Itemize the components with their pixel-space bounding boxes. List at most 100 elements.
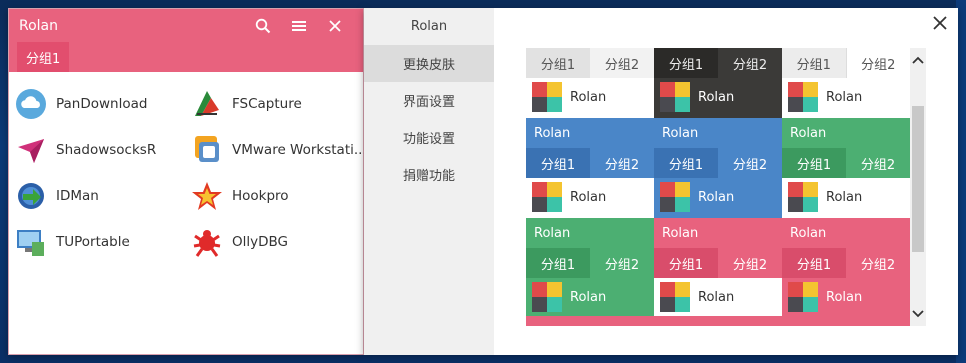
app-label: IDMan bbox=[56, 188, 99, 204]
skin-tab-row: 分组1 分组2 bbox=[782, 48, 910, 78]
launcher-titlebar[interactable]: Rolan bbox=[9, 9, 363, 42]
chevron-down-icon[interactable] bbox=[910, 306, 926, 322]
skin-tab-group2: 分组2 bbox=[604, 257, 640, 273]
skin-tab-row: 分组1 分组2 bbox=[654, 48, 782, 78]
rolan-logo-icon bbox=[660, 182, 690, 212]
skin-pink-light[interactable]: Rolan 分组1 分组2 Rolan bbox=[654, 218, 782, 326]
rolan-logo-icon bbox=[788, 82, 818, 112]
nav-interface-settings[interactable]: 界面设置 bbox=[364, 82, 494, 119]
skin-tab-group1: 分组1 bbox=[782, 248, 846, 278]
app-grid: PanDownload FSCapture ShadowsocksR VMwar… bbox=[9, 72, 367, 265]
skin-tab-row: 分组1 分组2 bbox=[526, 148, 654, 178]
skin-tab-group2: 分组2 bbox=[860, 157, 896, 173]
app-label: VMware Workstati... bbox=[232, 142, 367, 158]
app-label: PanDownload bbox=[56, 96, 148, 112]
skin-app-row: Rolan bbox=[782, 278, 910, 316]
skin-blue-light[interactable]: Rolan 分组1 分组2 Rolan bbox=[526, 118, 654, 218]
app-tuportable[interactable]: TUPortable bbox=[15, 219, 191, 265]
app-vmware[interactable]: VMware Workstati... bbox=[191, 127, 367, 173]
skin-blue-solid[interactable]: Rolan 分组1 分组2 Rolan bbox=[654, 118, 782, 218]
skin-tab-group1: 分组1 bbox=[654, 148, 718, 178]
app-label: TUPortable bbox=[56, 234, 130, 250]
menu-icon[interactable] bbox=[281, 9, 317, 42]
skin-tab-row: 分组1 分组2 bbox=[526, 248, 654, 278]
app-ollydbg[interactable]: OllyDBG bbox=[191, 219, 367, 265]
cloud-icon bbox=[15, 88, 47, 120]
skin-tab-group1: 分组1 bbox=[654, 248, 718, 278]
skin-gallery: 分组1 分组2 Rolan 分组1 分组2 Rolan 分组1 分组2 Rola… bbox=[526, 48, 910, 326]
launcher-window: Rolan 分组1 PanDownload FSCapture Shadowso… bbox=[8, 8, 367, 355]
skin-tab-row: 分组1 分组2 bbox=[782, 248, 910, 278]
skin-app-label: Rolan bbox=[698, 189, 735, 205]
skin-tab-group1: 分组1 bbox=[526, 148, 590, 178]
skin-header-title: Rolan bbox=[782, 218, 910, 248]
skin-app-label: Rolan bbox=[826, 89, 863, 105]
monitor-icon bbox=[15, 226, 47, 258]
app-label: FSCapture bbox=[232, 96, 302, 112]
nav-rolan[interactable]: Rolan bbox=[364, 8, 494, 45]
skin-tab-group1: 分组1 bbox=[654, 48, 718, 78]
skin-app-label: Rolan bbox=[570, 289, 607, 305]
rolan-logo-icon bbox=[532, 82, 562, 112]
close-icon[interactable] bbox=[317, 9, 353, 42]
nav-donate[interactable]: 捐赠功能 bbox=[364, 156, 494, 193]
paper-plane-icon bbox=[15, 134, 47, 166]
group-tabs: 分组1 bbox=[9, 42, 363, 72]
skin-green-light[interactable]: Rolan 分组1 分组2 Rolan bbox=[782, 118, 910, 218]
rolan-logo-icon bbox=[788, 182, 818, 212]
nav-change-skin[interactable]: 更换皮肤 bbox=[364, 45, 494, 82]
app-fscapture[interactable]: FSCapture bbox=[191, 81, 367, 127]
skin-tab-group2: 分组2 bbox=[604, 157, 640, 173]
skin-app-row: Rolan bbox=[526, 78, 654, 116]
skin-app-row: Rolan bbox=[526, 178, 654, 216]
skin-tab-group1: 分组1 bbox=[782, 48, 846, 78]
fscapture-icon bbox=[191, 88, 223, 120]
skin-header-title: Rolan bbox=[526, 218, 654, 248]
skin-white[interactable]: 分组1 分组2 Rolan bbox=[782, 48, 910, 118]
app-idman[interactable]: IDMan bbox=[15, 173, 191, 219]
app-pandownload[interactable]: PanDownload bbox=[15, 81, 191, 127]
bug-icon bbox=[191, 226, 223, 258]
skin-app-row: Rolan bbox=[654, 278, 782, 316]
skin-tab-group1: 分组1 bbox=[526, 48, 590, 78]
skin-app-label: Rolan bbox=[698, 89, 735, 105]
skin-app-row: Rolan bbox=[782, 78, 910, 116]
tab-group1[interactable]: 分组1 bbox=[17, 42, 70, 72]
skin-tab-group1: 分组1 bbox=[782, 148, 846, 178]
rolan-logo-icon bbox=[532, 182, 562, 212]
settings-sidebar: Rolan 更换皮肤 界面设置 功能设置 捐赠功能 bbox=[364, 8, 494, 355]
skin-app-label: Rolan bbox=[826, 289, 863, 305]
skin-dark[interactable]: 分组1 分组2 Rolan bbox=[654, 48, 782, 118]
skin-scrollbar[interactable] bbox=[910, 48, 926, 326]
nav-function-settings[interactable]: 功能设置 bbox=[364, 119, 494, 156]
app-label: OllyDBG bbox=[232, 234, 288, 250]
app-shadowsocksr[interactable]: ShadowsocksR bbox=[15, 127, 191, 173]
skin-accent-bar bbox=[654, 316, 782, 326]
rolan-logo-icon bbox=[788, 282, 818, 312]
app-hookpro[interactable]: Hookpro bbox=[191, 173, 367, 219]
skin-header-title: Rolan bbox=[654, 218, 782, 248]
skin-app-row: Rolan bbox=[654, 178, 782, 216]
vmware-icon bbox=[191, 134, 223, 166]
skin-tab-row: 分组1 分组2 bbox=[782, 148, 910, 178]
skin-green-solid[interactable]: Rolan 分组1 分组2 Rolan bbox=[526, 218, 654, 326]
skin-header-title: Rolan bbox=[782, 118, 910, 148]
skin-pink-solid[interactable]: Rolan 分组1 分组2 Rolan bbox=[782, 218, 910, 326]
chevron-up-icon[interactable] bbox=[910, 52, 926, 68]
skin-tab-group2: 分组2 bbox=[860, 257, 896, 273]
app-label: Hookpro bbox=[232, 188, 289, 204]
app-label: ShadowsocksR bbox=[56, 142, 157, 158]
skin-tab-group1: 分组1 bbox=[526, 248, 590, 278]
skin-tab-group2: 分组2 bbox=[845, 48, 910, 78]
skin-header-title: Rolan bbox=[654, 118, 782, 148]
skin-tab-group2: 分组2 bbox=[718, 48, 782, 78]
search-icon[interactable] bbox=[245, 9, 281, 42]
scrollbar-thumb[interactable] bbox=[912, 106, 924, 252]
skin-tab-group2: 分组2 bbox=[732, 157, 768, 173]
skin-tab-group2: 分组2 bbox=[590, 48, 654, 78]
rolan-logo-icon bbox=[660, 282, 690, 312]
skin-light[interactable]: 分组1 分组2 Rolan bbox=[526, 48, 654, 118]
skin-app-label: Rolan bbox=[570, 89, 607, 105]
skin-app-label: Rolan bbox=[826, 189, 863, 205]
close-icon[interactable] bbox=[930, 12, 950, 34]
